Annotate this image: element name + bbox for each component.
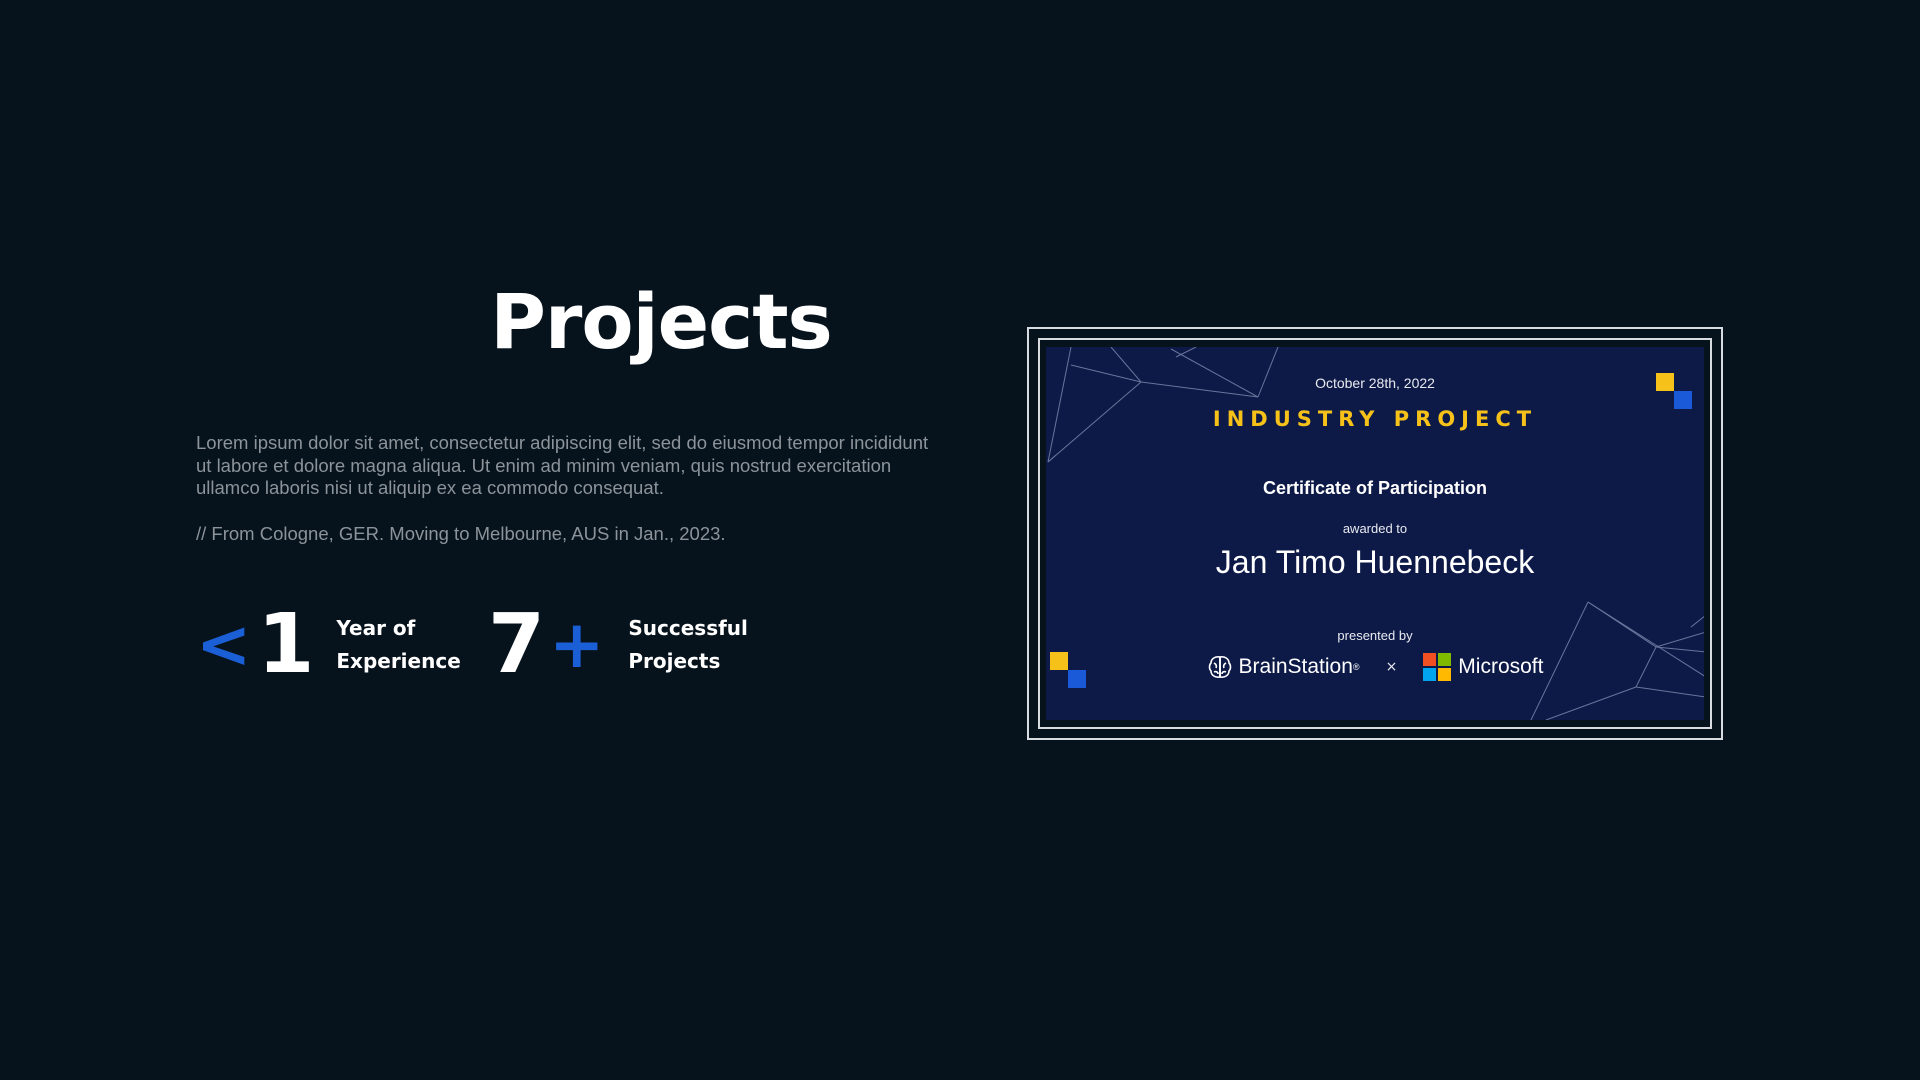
ms-square-blue [1423,668,1437,681]
stat-projects-label: Successful Projects [628,612,778,678]
ms-square-yellow [1438,668,1452,681]
stat-experience-value: < 1 [196,600,314,690]
ms-square-green [1438,653,1452,666]
microsoft-wordmark: Microsoft [1458,655,1544,678]
certificate-presented-by: presented by [1337,628,1413,643]
certificate-awarded-to: awarded to [1342,521,1408,536]
certificate-subtitle: Certificate of Participation [1262,478,1488,498]
partner-separator: × [1385,659,1398,675]
brain-icon [1208,656,1231,678]
location-note: // From Cologne, GER. Moving to Melbourn… [196,523,726,544]
windows-grid-icon [1423,653,1452,681]
stat-experience-label-line2: Experience [336,649,461,673]
stat-projects-value: 7 + [488,600,604,690]
certificate-date: October 28th, 2022 [1315,375,1435,391]
stat-experience-label-line1: Year of [336,616,416,640]
ms-square-red [1423,653,1437,666]
certificate-inner-border: October 28th, 2022 INDUSTRY PROJECT Cert… [1038,338,1712,729]
brainstation-logo: BrainStation ® [1207,654,1360,680]
brainstation-wordmark: BrainStation [1238,655,1353,678]
stat-projects-number: 7 [488,597,546,692]
certificate-recipient: Jan Timo Huennebeck [1215,544,1535,580]
stat-projects: 7 + Successful Projects [488,600,778,690]
stat-experience-number: 1 [257,597,315,692]
partner-logos: BrainStation ® × Microsoft [1046,653,1704,681]
stat-experience-prefix: < [196,606,252,683]
microsoft-logo: Microsoft [1423,653,1543,681]
stat-projects-label-line2: Projects [628,649,721,673]
stat-experience-label: Year of Experience [336,612,486,678]
stat-projects-suffix: + [549,606,605,683]
projects-description: Lorem ipsum dolor sit amet, consectetur … [196,432,929,498]
certificate-frame[interactable]: October 28th, 2022 INDUSTRY PROJECT Cert… [1027,327,1723,740]
projects-section: Projects Lorem ipsum dolor sit amet, con… [0,0,1920,1080]
stat-projects-label-line1: Successful [628,616,748,640]
stat-experience: < 1 Year of Experience [196,600,486,690]
certificate-heading: INDUSTRY PROJECT [1212,407,1538,431]
certificate-image: October 28th, 2022 INDUSTRY PROJECT Cert… [1046,347,1704,720]
registered-mark: ® [1352,662,1360,672]
